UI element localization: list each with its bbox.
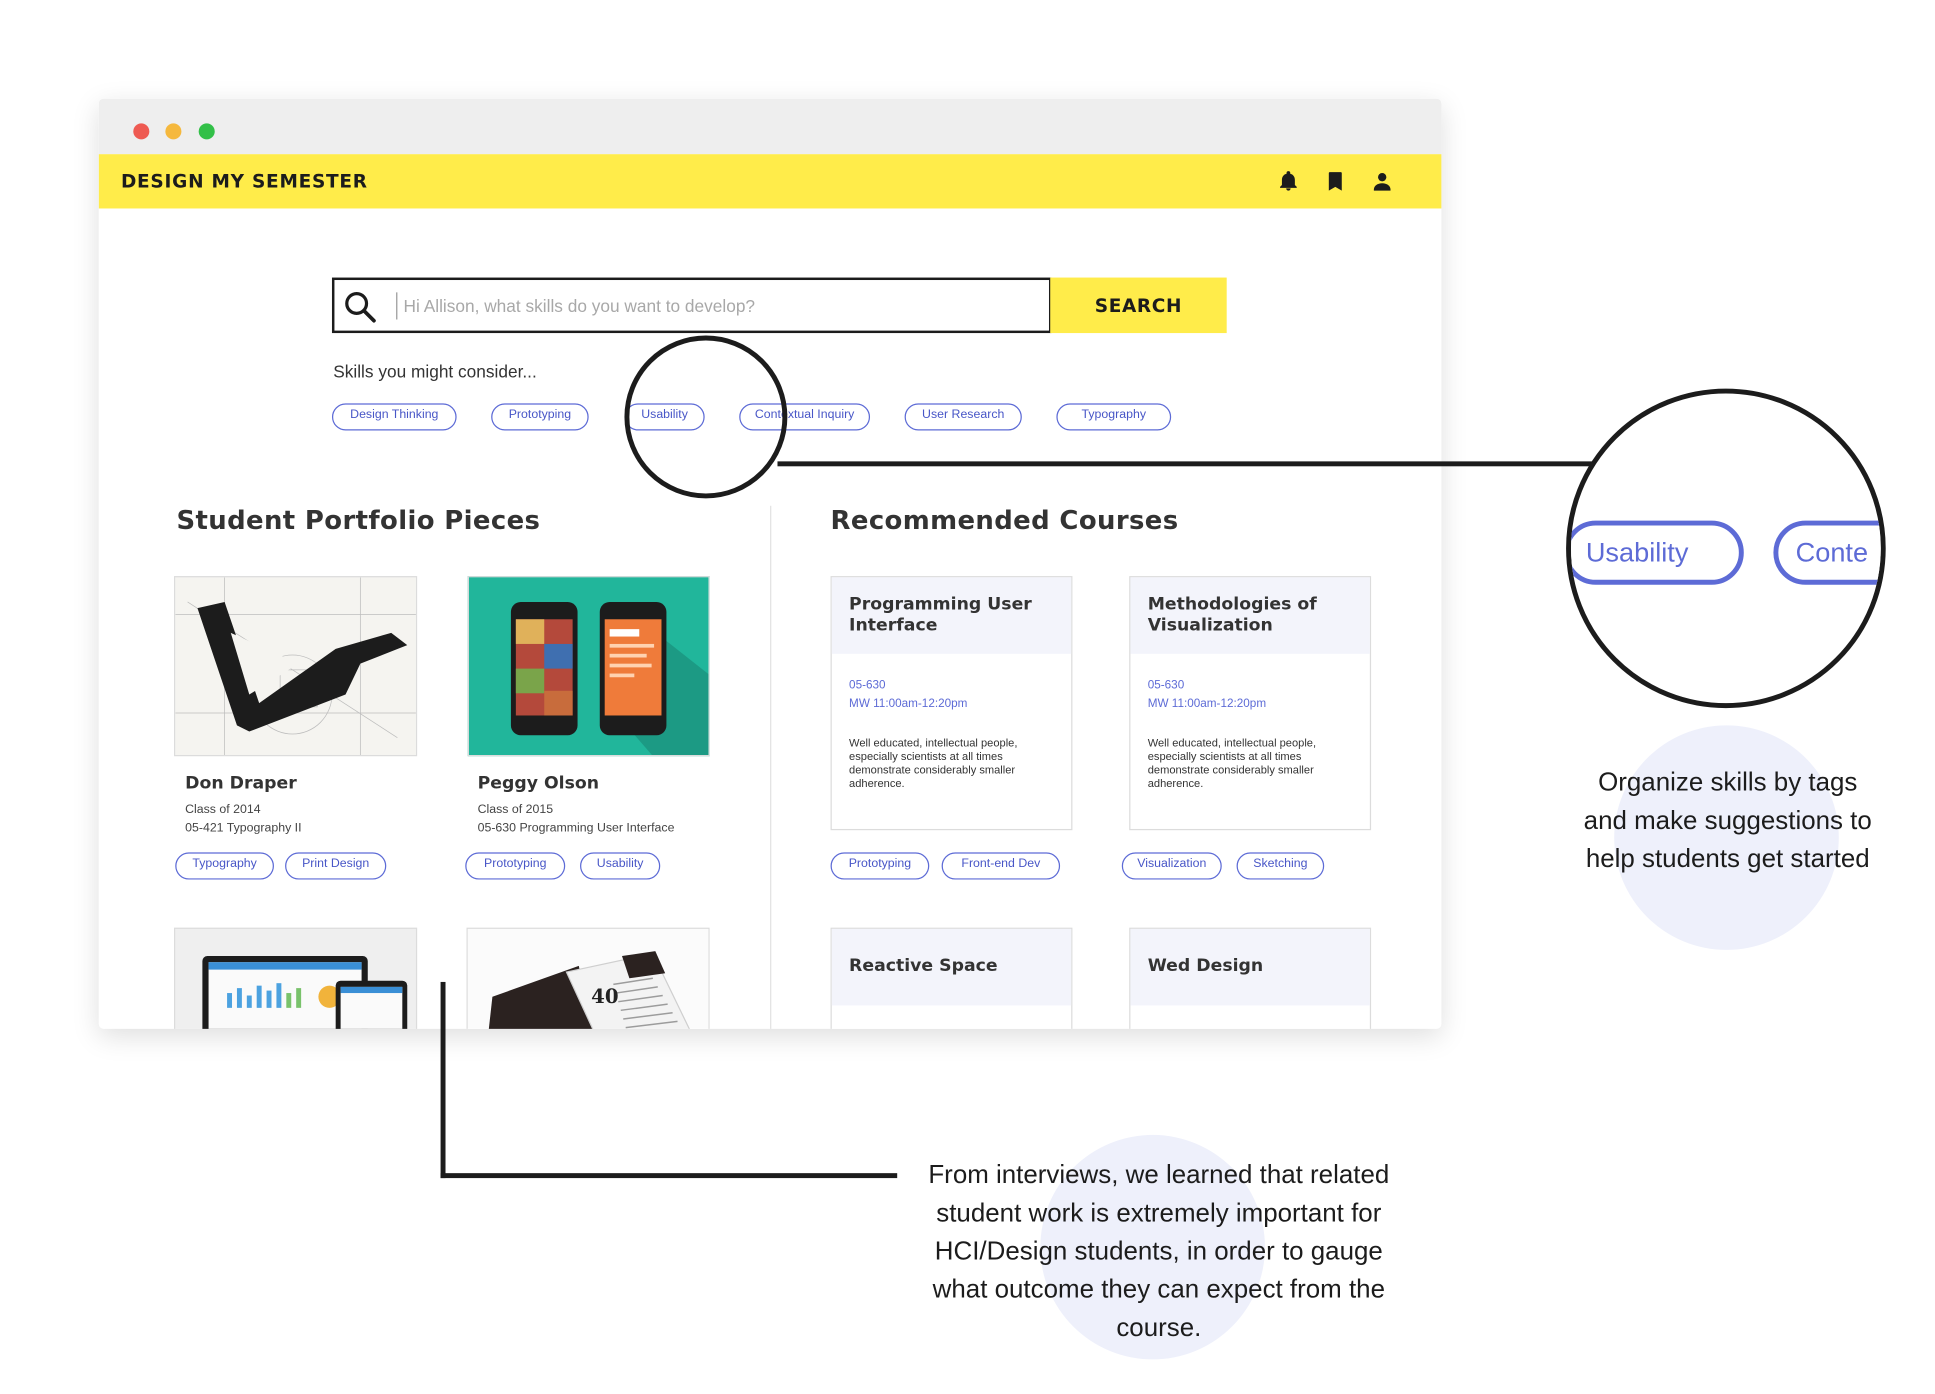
connector-line (777, 461, 1595, 467)
student-name[interactable]: Don Draper (185, 773, 297, 793)
portfolio-tag[interactable]: Typography (175, 852, 274, 880)
portfolio-section-title: Student Portfolio Pieces (176, 505, 541, 536)
bookmark-icon[interactable] (1322, 168, 1349, 195)
skills-annotation: Organize skills by tags and make suggest… (1583, 768, 1872, 874)
browser-window: DESIGN MY SEMESTER SEARCH Skills you mig… (98, 98, 1442, 1029)
minimize-window-dot[interactable] (165, 123, 182, 140)
user-icon[interactable] (1369, 168, 1396, 195)
student-class: Class of 2015 (477, 803, 554, 817)
portfolio-thumb-mobile-app[interactable] (467, 576, 710, 757)
course-time: MW 11:00am-12:20pm (1147, 696, 1267, 711)
zoomed-tag: Conte (1773, 520, 1881, 585)
course-tag[interactable]: Prototyping (830, 852, 930, 880)
window-chrome (98, 98, 1442, 155)
search-icon[interactable] (343, 290, 378, 325)
course-card[interactable]: Wed Design (1129, 927, 1372, 1029)
course-title[interactable]: Methodologies of Visualization (1130, 577, 1370, 654)
student-class: Class of 2014 (185, 803, 261, 817)
course-tag[interactable]: Front-end Dev (941, 852, 1061, 880)
portfolio-thumb-magazine[interactable]: 40 (466, 927, 710, 1029)
course-card[interactable]: Programming User Interface 05-630 MW 11:… (830, 576, 1073, 831)
suggested-tag[interactable]: Typography (1056, 403, 1172, 431)
magnifier-circle-large: Usability Conte (1566, 388, 1886, 709)
course-card[interactable]: Reactive Space (830, 927, 1073, 1029)
zoomed-tag: Usability (1571, 520, 1744, 585)
magnifier-circle-small (624, 335, 788, 499)
student-course: 05-630 Programming User Interface (477, 821, 675, 836)
maximize-window-dot[interactable] (198, 123, 215, 140)
suggested-tag[interactable]: Design Thinking (331, 403, 457, 431)
connector-line-vertical (440, 981, 446, 1179)
course-card[interactable]: Methodologies of Visualization 05-630 MW… (1129, 576, 1372, 831)
connector-line-horizontal (440, 1173, 898, 1179)
portfolio-tag[interactable]: Prototyping (465, 852, 566, 880)
app-title[interactable]: DESIGN MY SEMESTER (121, 170, 368, 192)
column-divider (770, 505, 772, 1029)
student-name[interactable]: Peggy Olson (478, 773, 599, 793)
magazine-page-number: 40 (591, 984, 618, 1008)
course-title[interactable]: Reactive Space (831, 928, 1072, 1006)
portfolio-thumb-typography[interactable] (174, 576, 418, 757)
search-box (331, 277, 1052, 334)
app-header: DESIGN MY SEMESTER (98, 154, 1442, 209)
courses-section-title: Recommended Courses (830, 505, 1179, 536)
portfolio-tag[interactable]: Print Design (285, 852, 387, 880)
course-code: 05-630 (849, 678, 886, 693)
course-time: MW 11:00am-12:20pm (849, 696, 968, 711)
search-button[interactable]: SEARCH (1050, 277, 1227, 334)
portfolio-annotation: From interviews, we learned that related… (928, 1160, 1390, 1343)
course-title[interactable]: Wed Design (1130, 928, 1370, 1006)
suggested-tag[interactable]: Prototyping (491, 403, 589, 431)
suggested-tag[interactable]: User Research (904, 403, 1022, 431)
course-description: Well educated, intellectual people, espe… (1147, 736, 1317, 790)
student-course: 05-421 Typography II (185, 821, 302, 836)
portfolio-thumb-dashboard[interactable] (174, 927, 418, 1029)
course-tag[interactable]: Visualization (1121, 852, 1222, 880)
course-code: 05-630 (1147, 678, 1185, 693)
bell-icon[interactable] (1275, 168, 1302, 195)
suggestions-label: Skills you might consider... (333, 361, 537, 382)
course-description: Well educated, intellectual people, espe… (849, 736, 1018, 790)
close-window-dot[interactable] (133, 123, 150, 140)
portfolio-tag[interactable]: Usability (580, 852, 661, 880)
course-title[interactable]: Programming User Interface (831, 577, 1072, 654)
course-tag[interactable]: Sketching (1236, 852, 1325, 880)
search-input[interactable] (396, 292, 1038, 320)
